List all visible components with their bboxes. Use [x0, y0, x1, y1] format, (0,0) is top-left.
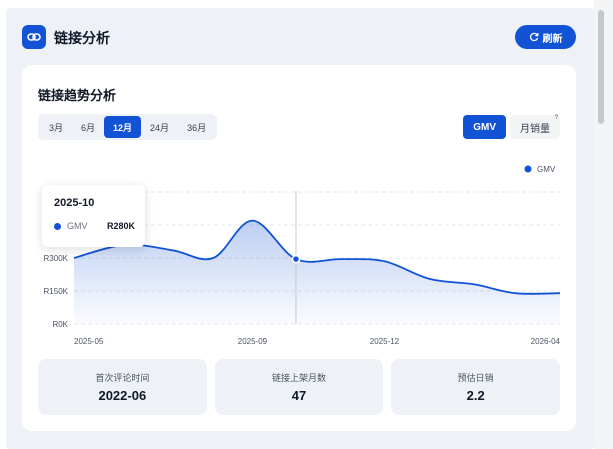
panel-header: 链接分析 刷新: [22, 24, 576, 50]
metric-selector: GMV 月销量?: [463, 114, 560, 140]
trend-card: 链接趋势分析 3月 6月 12月 24月 36月 GMV 月销量? R0K R15…: [22, 65, 576, 431]
y-tick-label: R150K: [44, 287, 69, 296]
refresh-label: 刷新: [542, 33, 563, 45]
tooltip-series-dot: [54, 222, 61, 230]
link-analysis-panel: 链接分析 刷新 链接趋势分析 3月 6月 12月 24月 36月 GMV 月销量…: [6, 8, 594, 449]
stat-value: 2022-06: [98, 388, 147, 403]
stats-row: 首次评论时间 2022-06 链接上架月数 47 预估日销 2.2: [38, 359, 561, 415]
stat-listed-months: 链接上架月数 47: [214, 359, 384, 415]
legend-dot-gmv: [524, 165, 532, 173]
metric-gmv[interactable]: GMV: [463, 115, 506, 139]
series-area-gmv: [74, 220, 560, 324]
x-tick-label: 2026-04: [531, 337, 561, 346]
x-tick-label: 2025-09: [238, 337, 268, 346]
help-icon[interactable]: ?: [555, 115, 558, 121]
stat-label: 预估日销: [457, 373, 494, 383]
hover-point: [291, 254, 301, 264]
stat-value: 47: [291, 388, 307, 403]
metric-monthly-sales[interactable]: 月销量?: [510, 115, 560, 139]
tooltip-value: R280K: [106, 221, 135, 231]
legend-label-gmv: GMV: [537, 165, 556, 174]
range-selector: 3月 6月 12月 24月 36月: [38, 114, 218, 140]
trend-chart: R0KR150KR300KRR2025-052025-092025-122026…: [44, 165, 561, 346]
link-icon: [22, 25, 46, 49]
range-6m[interactable]: 6月: [72, 116, 104, 138]
x-tick-label: 2025-12: [370, 337, 400, 346]
stat-label: 首次评论时间: [95, 373, 150, 383]
tooltip-series-name: GMV: [67, 221, 88, 231]
refresh-icon: [529, 32, 538, 42]
y-tick-label: R300K: [44, 254, 69, 263]
chart-tooltip: 2025-10 GMV R280K: [42, 185, 145, 247]
y-tick-label: R0K: [52, 320, 68, 329]
trend-card-title: 链接趋势分析: [38, 88, 117, 103]
range-36m[interactable]: 36月: [178, 116, 215, 138]
tooltip-row: GMV R280K: [54, 221, 135, 231]
range-12m[interactable]: 12月: [104, 116, 142, 138]
tooltip-title: 2025-10: [54, 197, 95, 209]
stat-label: 链接上架月数: [272, 373, 327, 383]
refresh-button[interactable]: 刷新: [515, 25, 576, 49]
stat-daily-sales: 预估日销 2.2: [391, 359, 561, 415]
x-tick-label: 2025-05: [74, 337, 104, 346]
stat-value: 2.2: [466, 388, 485, 403]
page-scrollbar[interactable]: [594, 0, 613, 449]
range-24m[interactable]: 24月: [141, 116, 178, 138]
panel-title: 链接分析: [54, 30, 110, 46]
stat-first-review: 首次评论时间 2022-06: [38, 359, 207, 415]
range-3m[interactable]: 3月: [40, 116, 72, 138]
metric-monthly-sales-label: 月销量: [520, 123, 550, 135]
scrollbar-thumb[interactable]: [598, 10, 604, 124]
